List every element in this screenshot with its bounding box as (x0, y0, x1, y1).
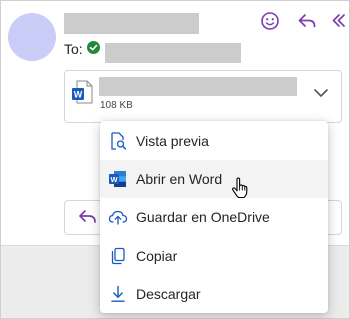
redacted-file-name (99, 77, 297, 96)
menu-item-preview[interactable]: Vista previa (100, 122, 328, 160)
to-label: To: (64, 41, 83, 57)
reply-all-icon[interactable] (331, 10, 350, 32)
menu-item-copy[interactable]: Copiar (100, 237, 328, 275)
download-icon (111, 285, 125, 302)
reply-icon[interactable] (77, 208, 99, 226)
redacted-sender-name (64, 13, 199, 34)
word-file-icon: W (72, 80, 93, 104)
redacted-recipient (105, 43, 241, 63)
attachment-context-menu: Vista previa W Abrir en Word Guardar en … (100, 121, 328, 313)
menu-item-label: Abrir en Word (136, 171, 223, 187)
attachment-size: 108 KB (100, 100, 133, 111)
menu-item-save-to-onedrive[interactable]: Guardar en OneDrive (100, 198, 328, 236)
copy-icon (111, 247, 125, 265)
reply-icon[interactable] (296, 10, 318, 32)
emoji-icon[interactable] (259, 10, 281, 32)
chevron-down-icon[interactable] (313, 87, 329, 99)
sender-avatar (8, 13, 56, 61)
menu-item-download[interactable]: Descargar (100, 275, 328, 313)
menu-item-label: Copiar (136, 248, 178, 264)
svg-text:W: W (74, 90, 83, 100)
svg-text:W: W (110, 175, 118, 184)
menu-item-open-in-word[interactable]: W Abrir en Word (100, 160, 328, 198)
word-icon: W (109, 171, 126, 187)
preview-icon (111, 132, 127, 150)
cloud-upload-icon (108, 210, 128, 225)
menu-item-label: Guardar en OneDrive (136, 209, 270, 225)
menu-item-label: Vista previa (136, 133, 209, 149)
verified-check-icon (87, 41, 100, 54)
attachment-card[interactable]: W 108 KB (64, 70, 342, 123)
hand-cursor-icon (232, 177, 248, 199)
menu-item-label: Descargar (136, 286, 201, 302)
